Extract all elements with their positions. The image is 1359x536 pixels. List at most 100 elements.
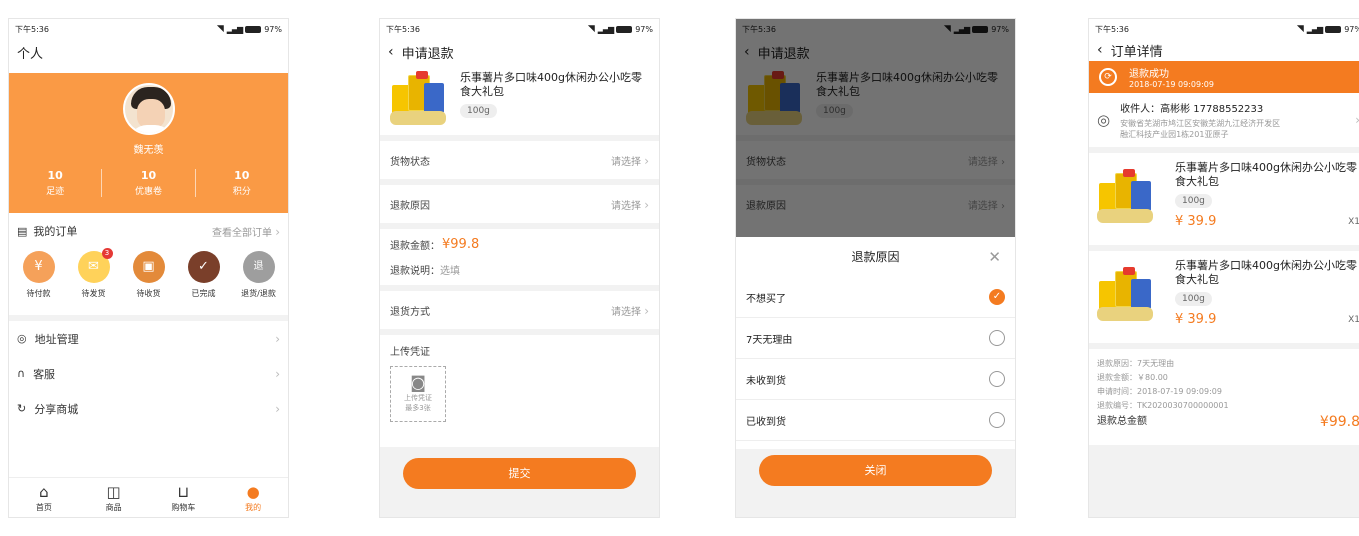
battery-icon — [1325, 25, 1342, 33]
bag-icon: ◫ — [106, 483, 121, 501]
upload-section: 上传凭证 ◙ 上传凭证 最多3张 — [380, 335, 659, 447]
stat-coupons[interactable]: 10 优惠卷 — [102, 169, 196, 197]
stat-points[interactable]: 10 积分 — [196, 169, 288, 197]
goods-status-select[interactable]: 货物状态 请选择 › — [380, 141, 659, 179]
tab-products[interactable]: ◫ 商品 — [79, 478, 149, 517]
nav-bar: ‹ 订单详情 — [1089, 39, 1359, 61]
user-icon: ● — [246, 483, 260, 501]
order-refund[interactable]: 退 退货/退款 — [231, 251, 286, 299]
nav-bar: 个人 — [9, 39, 288, 65]
refund-note-field[interactable]: 退款说明：选填 — [390, 262, 649, 277]
menu-item-address[interactable]: ◎ 地址管理 › — [9, 321, 288, 356]
tab-bar: ⌂ 首页 ◫ 商品 ⊔ 购物车 ● 我的 — [9, 477, 288, 517]
user-name: 魏无羡 — [133, 145, 164, 156]
menu-item-service[interactable]: ∩ 客服 › — [9, 356, 288, 391]
chevron-right-icon: › — [275, 331, 280, 346]
radio-checked-icon: ✓ — [989, 289, 1005, 305]
profile-header: 魏无羡 10 足迹 10 优惠卷 10 积分 — [9, 73, 288, 213]
submit-button[interactable]: 提交 — [403, 458, 636, 489]
profile-screen: 下午5:36 ◥ ▂▄▆ 97% 个人 魏无羡 10 足迹 10 优惠卷 10 积分 — [8, 18, 289, 518]
page-title: 个人 — [17, 46, 44, 62]
stats-row: 10 足迹 10 优惠卷 10 积分 — [9, 169, 288, 197]
battery-icon — [245, 25, 262, 33]
refund-reason-sheet-screen: 下午5:36 ◥▂▄▆97% ‹ 申请退款 乐事薯片多口味400g休闲办公小吃零… — [735, 18, 1016, 518]
tab-home[interactable]: ⌂ 首页 — [9, 478, 79, 517]
count-badge: 3 — [101, 248, 113, 259]
chevron-right-icon: › — [275, 366, 280, 381]
home-icon: ⌂ — [39, 483, 49, 501]
radio-empty-icon — [989, 371, 1005, 387]
wallet-icon: ¥ — [22, 251, 55, 283]
my-orders-section: ▤ 我的订单 查看全部订单 › ¥ 待付款 ✉ 3 待发货 ▣ 待收货 ✓ 已完成 … — [9, 219, 288, 303]
address-card[interactable]: ◎ 收件人：高彬彬 17788552233 安徽省芜湖市鸠江区安徽芜湖九江经济开… — [1089, 93, 1359, 147]
back-icon[interactable]: ‹ — [388, 44, 394, 60]
chevron-right-icon: › — [644, 303, 649, 318]
tab-mine[interactable]: ● 我的 — [218, 478, 288, 517]
check-icon: ✓ — [187, 251, 220, 283]
return-method-select[interactable]: 退货方式 请选择 › — [380, 291, 659, 329]
refund-amount: ¥99.8 — [442, 237, 480, 252]
close-button[interactable]: 关闭 — [759, 455, 992, 486]
reason-sheet: 退款原因 ✕ 不想买了 ✓ 7天无理由 未收到货 已收到货 关闭 — [736, 237, 1015, 517]
tab-cart[interactable]: ⊔ 购物车 — [149, 478, 219, 517]
truck-icon: ▣ — [132, 251, 165, 283]
order-pending-payment[interactable]: ¥ 待付款 — [11, 251, 66, 299]
settings-menu: ◎ 地址管理 › ∩ 客服 › ↻ 分享商城 › — [9, 321, 288, 426]
receiver: 收件人：高彬彬 17788552233 — [1120, 104, 1264, 115]
status-bar: 下午5:36 ◥ ▂▄▆ 97% — [9, 19, 288, 39]
wifi-icon: ◥ — [1296, 24, 1304, 34]
chevron-right-icon: › — [275, 224, 280, 239]
camera-icon: ◙ — [410, 373, 426, 392]
reason-option[interactable]: 7天无理由 — [736, 318, 1015, 359]
spec-tag: 100g — [460, 104, 497, 118]
view-all-orders-link[interactable]: 查看全部订单 › — [212, 224, 280, 239]
wifi-icon: ◥ — [587, 24, 595, 34]
signal-icon: ▂▄▆ — [226, 24, 244, 34]
back-icon[interactable]: ‹ — [1097, 42, 1103, 58]
order-pending-receipt[interactable]: ▣ 待收货 — [121, 251, 176, 299]
refund-total: ¥99.8 — [1319, 414, 1359, 430]
product-image — [1097, 169, 1163, 235]
wifi-icon: ◥ — [216, 24, 224, 34]
location-icon: ◎ — [17, 332, 27, 345]
signal-icon: ▂▄▆ — [597, 24, 615, 34]
avatar[interactable] — [123, 83, 175, 135]
order-item[interactable]: 乐事薯片多口味400g休闲办公小吃零食大礼包 100g ¥ 39.9 X1 — [1089, 251, 1359, 343]
reason-option[interactable]: 未收到货 — [736, 359, 1015, 400]
product-title: 乐事薯片多口味400g休闲办公小吃零食大礼包 — [460, 71, 642, 98]
refund-reason-select[interactable]: 退款原因 请选择 › — [380, 185, 659, 223]
close-icon[interactable]: ✕ — [988, 237, 1001, 277]
orders-title: 我的订单 — [33, 225, 78, 238]
refund-apply-screen: 下午5:36 ◥ ▂▄▆ 97% ‹ 申请退款 乐事薯片多口味400g休闲办公小吃零… — [379, 18, 660, 518]
product-image — [390, 71, 448, 127]
battery-icon — [616, 25, 633, 33]
sheet-title: 退款原因 — [851, 250, 900, 264]
order-item[interactable]: 乐事薯片多口味400g休闲办公小吃零食大礼包 100g ¥ 39.9 X1 — [1089, 153, 1359, 245]
stat-footprint[interactable]: 10 足迹 — [9, 169, 103, 197]
page-title: 申请退款 — [401, 46, 454, 62]
product-image — [1097, 267, 1163, 333]
refund-amount-section: 退款金额： ¥99.8 退款说明：选填 — [380, 229, 659, 285]
modal-overlay[interactable] — [736, 19, 1015, 237]
reason-option[interactable]: 已收到货 — [736, 400, 1015, 441]
signal-icon: ▂▄▆ — [1306, 24, 1324, 34]
refund-success-banner: ⟳ 退款成功 2018-07-19 09:09:09 — [1089, 61, 1359, 93]
radio-empty-icon — [989, 412, 1005, 428]
order-pending-shipment[interactable]: ✉ 3 待发货 — [66, 248, 121, 299]
nav-bar: ‹ 申请退款 — [380, 39, 659, 65]
package-icon: ✉ 3 — [77, 248, 113, 283]
upload-button[interactable]: ◙ 上传凭证 最多3张 — [390, 366, 446, 422]
location-icon: ◎ — [1097, 111, 1111, 129]
reason-option[interactable]: 不想买了 ✓ — [736, 277, 1015, 318]
chevron-right-icon: › — [644, 153, 649, 168]
chevron-right-icon: › — [275, 401, 280, 416]
product-card: 乐事薯片多口味400g休闲办公小吃零食大礼包 100g — [380, 65, 659, 135]
chevron-right-icon: › — [1355, 113, 1359, 127]
radio-empty-icon — [989, 330, 1005, 346]
menu-item-share[interactable]: ↻ 分享商城 › — [9, 391, 288, 426]
order-completed[interactable]: ✓ 已完成 — [176, 251, 231, 299]
headset-icon: ∩ — [17, 367, 26, 380]
page-title: 订单详情 — [1110, 44, 1163, 60]
refund-icon: 退 — [242, 251, 275, 283]
document-icon: ▤ — [17, 224, 28, 238]
